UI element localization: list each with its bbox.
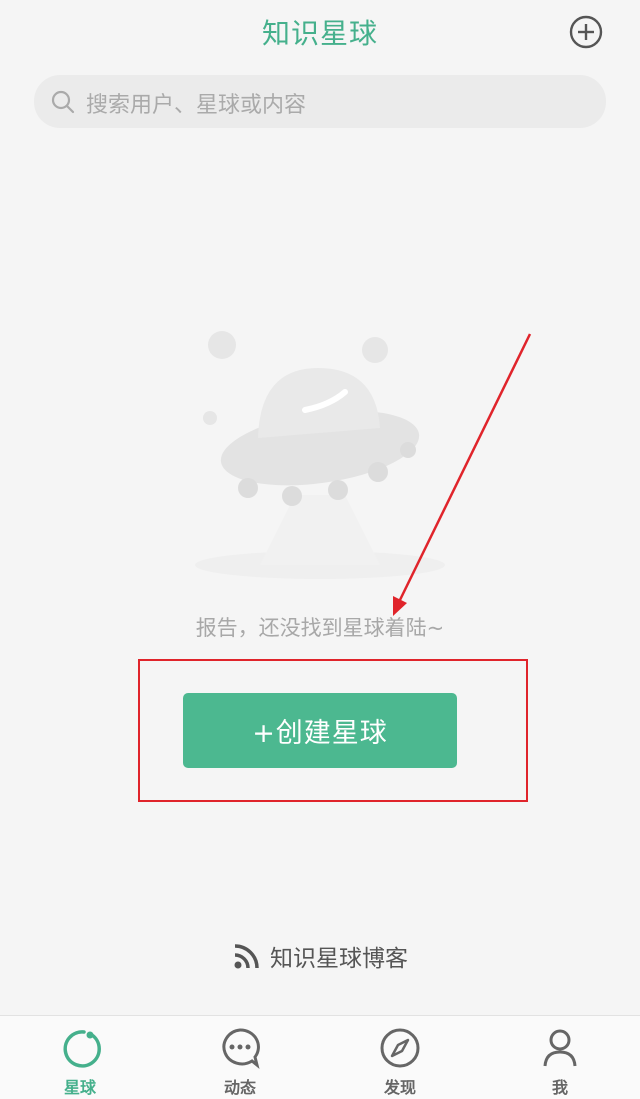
tab-planet[interactable]: 星球: [0, 1016, 160, 1099]
ufo-illustration: [195, 331, 445, 579]
tab-discover[interactable]: 发现: [320, 1016, 480, 1099]
blog-link[interactable]: 知识星球博客: [0, 936, 640, 976]
page-title: 知识星球: [261, 17, 378, 50]
tab-me[interactable]: 我: [480, 1016, 640, 1099]
header: 知识星球: [0, 0, 640, 66]
person-icon: [543, 1029, 577, 1067]
rss-icon: [234, 944, 259, 969]
planet-icon: [63, 1030, 101, 1068]
search-icon: [51, 90, 75, 114]
blog-label: 知识星球博客: [270, 946, 408, 972]
tab-label: 我: [551, 1078, 568, 1097]
search-bar[interactable]: 搜索用户、星球或内容: [34, 75, 606, 128]
tab-label: 星球: [63, 1078, 96, 1097]
chat-bubble-icon: [222, 1028, 260, 1069]
create-planet-button[interactable]: +创建星球: [183, 693, 457, 768]
search-placeholder: 搜索用户、星球或内容: [86, 93, 307, 118]
bottom-tab-bar: 星球 动态 发现 我: [0, 1015, 640, 1099]
compass-icon: [380, 1028, 420, 1068]
plus-circle-icon: [569, 15, 603, 49]
add-button[interactable]: [569, 15, 603, 49]
tab-activity[interactable]: 动态: [160, 1016, 320, 1099]
empty-state-message: 报告，还没找到星球着陆~: [195, 616, 445, 640]
tab-label: 动态: [223, 1078, 256, 1097]
tab-label: 发现: [383, 1078, 416, 1097]
